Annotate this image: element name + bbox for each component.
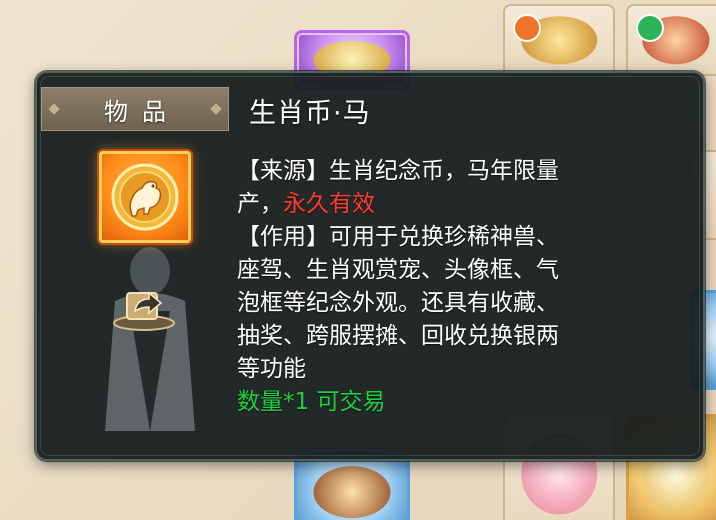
category-tab: 物品 (41, 87, 229, 131)
share-arrow-icon (113, 291, 175, 331)
zodiac-horse-coin-icon[interactable] (99, 151, 191, 243)
item-name: 生肖币·马 (249, 98, 371, 129)
source-line-prefix: 产， (237, 191, 283, 217)
rarity-badge-icon (513, 14, 541, 42)
character-silhouette (105, 247, 195, 431)
quantity-tradable: 数量*1 可交易 (237, 389, 386, 415)
item-tooltip: 物品 生肖币·马 【来源】生肖纪念币，马年限量 产，永久有效 【作用】可用于兑换… (35, 71, 705, 461)
item-description: 【来源】生肖纪念币，马年限量 产，永久有效 【作用】可用于兑换珍稀神兽、 座驾、… (237, 155, 677, 419)
inventory-slot[interactable] (294, 452, 410, 520)
source-line-cont: 产，永久有效 (237, 188, 677, 221)
use-line: 座驾、生肖观赏宠、头像框、气 (237, 257, 559, 283)
rarity-badge-icon (636, 14, 664, 42)
treasure-box-item-icon (313, 466, 391, 518)
use-line: 泡框等纪念外观。还具有收藏、 (237, 290, 559, 316)
use-line: 抽奖、跨服摆摊、回收兑换银两 (237, 323, 559, 349)
validity-text: 永久有效 (283, 191, 375, 217)
use-line: 【作用】可用于兑换珍稀神兽、 (237, 224, 559, 250)
inventory-slot[interactable] (503, 4, 615, 76)
inventory-slot[interactable] (626, 4, 716, 76)
share-button[interactable] (111, 281, 177, 331)
category-label: 物品 (104, 97, 180, 126)
use-line: 等功能 (237, 356, 306, 382)
source-line: 【来源】生肖纪念币，马年限量 (237, 158, 559, 184)
